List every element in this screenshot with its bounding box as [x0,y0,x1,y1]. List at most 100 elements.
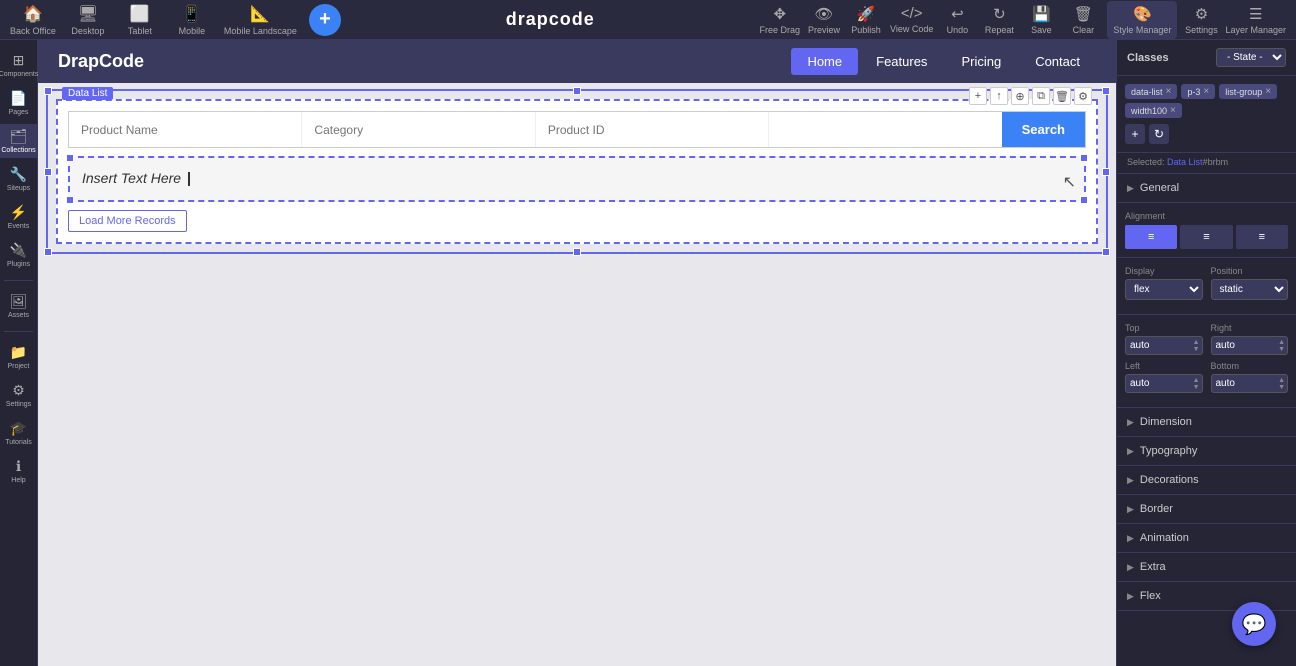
sidebar-item-collections[interactable]: 🗂 Collections [0,124,37,158]
right-decrement[interactable]: ▼ [1276,346,1287,353]
left-input[interactable] [1126,375,1191,392]
save-button[interactable]: 💾 Save [1023,5,1059,35]
typography-label: Typography [1140,445,1197,457]
sidebar-siteups-label: Siteups [7,185,30,192]
right-stepper: ▲ ▼ [1276,339,1287,353]
extra-header[interactable]: ▶ Extra [1117,553,1296,581]
clear-button[interactable]: 🗑 Clear [1065,5,1101,35]
sidebar-item-project[interactable]: 📁 Project [0,340,37,374]
left-sidebar: ⊞ Components 📄 Pages 🗂 Collections 🔧 Sit… [0,40,38,666]
assets-icon: 🖼 [10,293,28,310]
class-tag-list-group-remove[interactable]: × [1265,86,1271,97]
dl-move-button[interactable]: ⊕ [1011,87,1029,105]
toolbar-mobile[interactable]: 📱 Mobile [172,4,212,36]
search-button[interactable]: Search [1002,112,1085,147]
load-more-button[interactable]: Load More Records [68,210,187,232]
position-select[interactable]: static relative absolute fixed [1211,279,1289,300]
sidebar-item-help[interactable]: ℹ Help [0,454,37,488]
nav-link-features[interactable]: Features [860,48,943,75]
sidebar-item-components[interactable]: ⊞ Components [0,48,37,82]
flex-header[interactable]: ▶ Flex [1117,582,1296,610]
save-icon: 💾 [1032,5,1051,23]
chat-bubble[interactable]: 💬 [1232,602,1276,646]
undo-button[interactable]: ↩ Undo [939,5,975,35]
toolbar-desktop[interactable]: 🖥 Desktop [68,4,108,36]
repeat-icon: ↻ [993,5,1006,23]
product-name-input[interactable] [69,112,301,147]
publish-button[interactable]: 🚀 Publish [848,5,884,35]
category-input[interactable] [301,112,534,147]
publish-icon: 🚀 [857,5,876,23]
dl-delete-button[interactable]: 🗑 [1053,87,1071,105]
toolbar-mobile-landscape-label: Mobile Landscape [224,26,297,36]
right-input[interactable] [1212,337,1277,354]
canvas-area[interactable]: DrapCode Home Features Pricing Contact D… [38,40,1116,666]
style-manager-button[interactable]: 🎨 Style Manager [1107,1,1177,39]
nav-link-pricing[interactable]: Pricing [945,48,1017,75]
add-element-button[interactable]: + [309,4,341,36]
handle-mr [1102,168,1110,176]
sidebar-item-siteups[interactable]: 🔧 Siteups [0,162,37,196]
toolbar: 🏠 Back Office 🖥 Desktop ⬜ Tablet 📱 Mobil… [0,0,1296,40]
sidebar-item-pages[interactable]: 📄 Pages [0,86,37,120]
handle-ml [44,168,52,176]
align-center-button[interactable]: ≡ [1180,225,1232,249]
add-class-button[interactable]: + [1125,124,1145,144]
left-increment[interactable]: ▲ [1191,377,1202,384]
dimension-header[interactable]: ▶ Dimension [1117,408,1296,436]
right-col: Right ▲ ▼ [1211,323,1289,355]
sidebar-item-settings[interactable]: ⚙ Settings [0,378,37,412]
right-increment[interactable]: ▲ [1276,339,1287,346]
sidebar-item-plugins[interactable]: 🔌 Plugins [0,238,37,272]
toolbar-tablet[interactable]: ⬜ Tablet [120,4,160,36]
class-tag-p3-remove[interactable]: × [1203,86,1209,97]
sidebar-item-assets[interactable]: 🖼 Assets [0,289,37,323]
bottom-decrement[interactable]: ▼ [1276,384,1287,391]
layer-manager-label: Layer Manager [1225,25,1286,35]
top-increment[interactable]: ▲ [1191,339,1202,346]
bottom-increment[interactable]: ▲ [1276,377,1287,384]
sidebar-item-events[interactable]: ⚡ Events [0,200,37,234]
toolbar-back-office[interactable]: 🏠 Back Office [10,4,56,36]
typography-header[interactable]: ▶ Typography [1117,437,1296,465]
top-decrement[interactable]: ▼ [1191,346,1202,353]
refresh-class-button[interactable]: ↻ [1149,124,1169,144]
dl-up-button[interactable]: ↑ [990,87,1008,105]
general-header[interactable]: ▶ General [1117,174,1296,202]
back-office-icon: 🏠 [23,4,43,24]
bottom-input[interactable] [1212,375,1277,392]
top-input[interactable] [1126,337,1191,354]
settings-icon: ⚙ [1195,5,1208,23]
dl-add-button[interactable]: + [969,87,987,105]
alignment-section: Alignment ≡ ≡ ≡ [1117,203,1296,258]
layer-manager-button[interactable]: ☰ Layer Manager [1225,5,1286,35]
toolbar-mobile-landscape[interactable]: 📐 Mobile Landscape [224,4,297,36]
typography-section: ▶ Typography [1117,437,1296,466]
align-left-button[interactable]: ≡ [1125,225,1177,249]
free-drag-button[interactable]: ✥ Free Drag [760,5,801,35]
view-code-button[interactable]: </> View Code [890,5,933,34]
repeat-button[interactable]: ↻ Repeat [981,5,1017,35]
left-bottom-row: Left ▲ ▼ Bottom ▲ [1125,361,1288,393]
extra-chevron-icon: ▶ [1127,562,1134,573]
product-id-input[interactable] [535,112,768,147]
cursor-arrow-indicator: ↖ [1063,172,1076,192]
dl-copy-button[interactable]: ⧉ [1032,87,1050,105]
nav-link-contact[interactable]: Contact [1019,48,1096,75]
preview-button[interactable]: 👁 Preview [806,5,842,35]
dl-settings-button[interactable]: ⚙ [1074,87,1092,105]
toolbar-right: ✥ Free Drag 👁 Preview 🚀 Publish </> View… [760,1,1286,39]
state-dropdown[interactable]: - State - [1216,48,1286,67]
settings-button[interactable]: ⚙ Settings [1183,5,1219,35]
left-decrement[interactable]: ▼ [1191,384,1202,391]
align-right-button[interactable]: ≡ [1236,225,1288,249]
decorations-header[interactable]: ▶ Decorations [1117,466,1296,494]
border-header[interactable]: ▶ Border [1117,495,1296,523]
animation-header[interactable]: ▶ Animation [1117,524,1296,552]
nav-link-home[interactable]: Home [791,48,858,75]
sidebar-item-tutorials[interactable]: 🎓 Tutorials [0,416,37,450]
display-select[interactable]: flex block inline none [1125,279,1203,300]
extra-search-input[interactable] [768,112,1001,147]
class-tag-width100-remove[interactable]: × [1170,105,1176,116]
class-tag-data-list-remove[interactable]: × [1166,86,1172,97]
